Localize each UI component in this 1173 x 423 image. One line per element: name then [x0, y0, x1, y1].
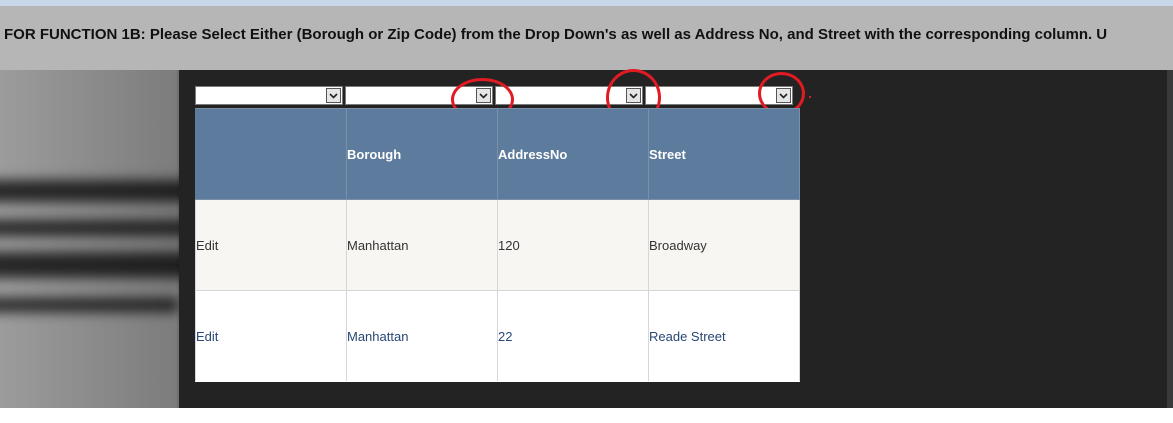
results-table: Borough AddressNo Street Edit Manhattan … [195, 108, 800, 382]
column-header-addressno[interactable]: AddressNo [497, 108, 649, 200]
chevron-down-icon[interactable] [326, 88, 341, 103]
column-header-command [195, 108, 347, 200]
table-row: Edit Manhattan 120 Broadway [195, 199, 800, 291]
cell-addressno: 22 [497, 290, 649, 382]
cell-borough: Manhattan [346, 199, 498, 291]
edit-link[interactable]: Edit [195, 199, 347, 291]
annotation-dot [809, 96, 811, 98]
page-bottom [0, 408, 1173, 423]
cell-borough: Manhattan [346, 290, 498, 382]
cell-street: Reade Street [648, 290, 800, 382]
column-header-street[interactable]: Street [648, 108, 800, 200]
filter-select-1[interactable] [195, 86, 343, 105]
cell-street: Broadway [648, 199, 800, 291]
table-header-row: Borough AddressNo Street [195, 108, 800, 200]
table-row: Edit Manhattan 22 Reade Street [195, 290, 800, 382]
top-strip [0, 0, 1173, 6]
column-header-borough[interactable]: Borough [346, 108, 498, 200]
cell-addressno: 120 [497, 199, 649, 291]
instruction-text: FOR FUNCTION 1B: Please Select Either (B… [4, 26, 1108, 43]
edit-link[interactable]: Edit [195, 290, 347, 382]
